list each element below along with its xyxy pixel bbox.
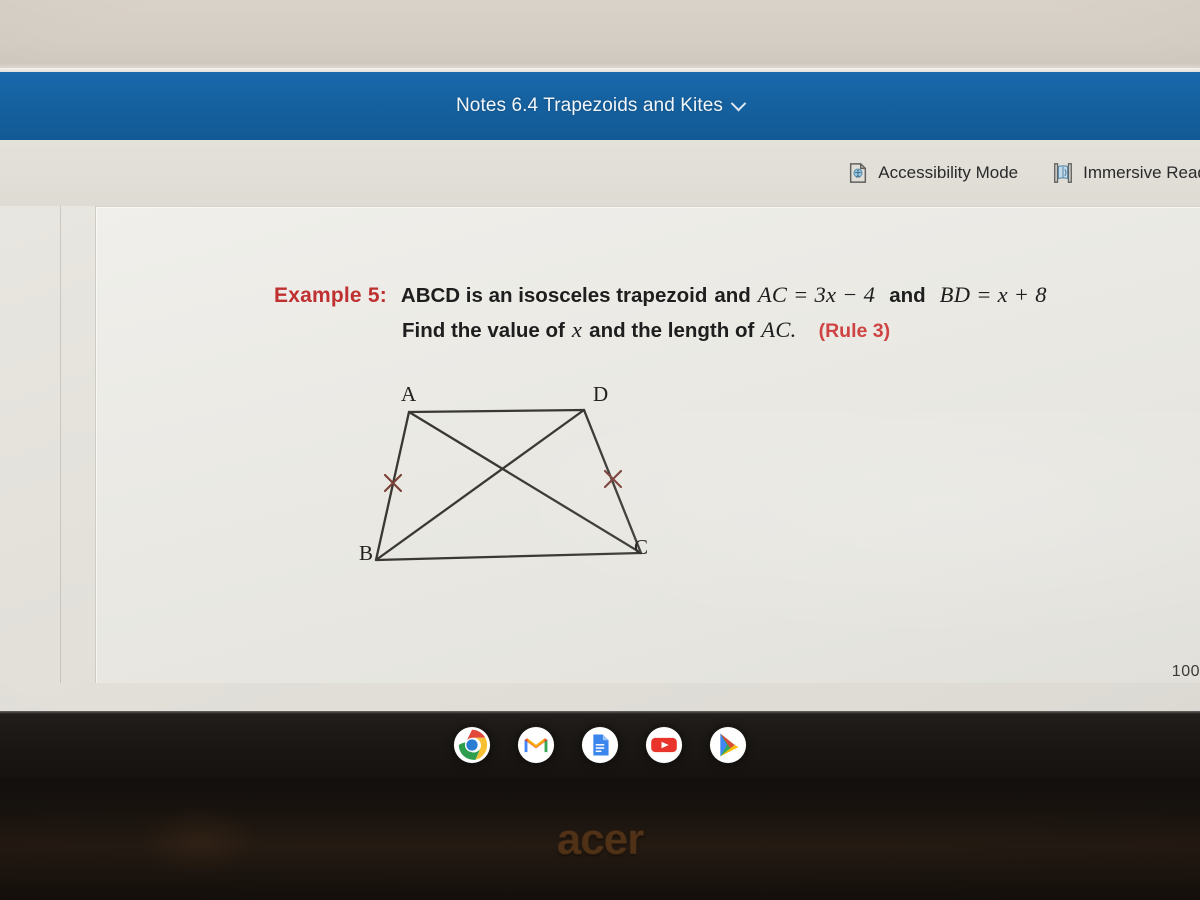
accessibility-mode-icon [847, 162, 869, 184]
variable-x: x [571, 316, 583, 342]
accessibility-mode-label: Accessibility Mode [878, 163, 1019, 182]
example-label: Example 5: [274, 284, 387, 307]
instruction-part-2: and the length of [589, 318, 755, 342]
equation-bd: BD = x + 8 [939, 282, 1047, 307]
play-store-icon[interactable] [709, 726, 747, 764]
immersive-reader-label: Immersive Reader [1083, 163, 1200, 182]
instruction-part-1: Find the value of [402, 318, 565, 342]
app-header-bar: Notes 6.4 Trapezoids and Kites [0, 72, 1200, 140]
photo-of-laptop-screen: Notes 6.4 Trapezoids and Kites Accessibi… [0, 0, 1200, 900]
page-edge-line [60, 206, 61, 683]
gmail-icon[interactable] [517, 726, 555, 764]
taskbar-shelf [0, 711, 1200, 779]
document-page: Example 5: ABCD is an isosceles trapezoid… [95, 206, 1200, 683]
problem-text-block: Example 5: ABCD is an isosceles trapezoid… [274, 279, 1174, 346]
zoom-level-indicator[interactable]: 100 [1172, 663, 1200, 681]
acer-brand-logo: acer [556, 815, 645, 864]
document-canvas[interactable]: Example 5: ABCD is an isosceles trapezoid… [0, 206, 1200, 900]
bezel-reflection [140, 806, 260, 876]
vertex-label-c: C [634, 535, 649, 559]
chevron-down-icon[interactable] [730, 95, 747, 111]
conjunction-2: and [889, 284, 926, 307]
document-title-menu[interactable]: Notes 6.4 Trapezoids and Kites [455, 95, 747, 117]
chrome-icon[interactable] [453, 726, 491, 764]
conjunction-1: and [714, 284, 751, 307]
immersive-reader-icon [1052, 162, 1074, 184]
vertex-label-b: B [359, 541, 374, 565]
vertex-label-a: A [401, 382, 417, 406]
equation-ac: AC = 3x − 4 [757, 282, 876, 307]
problem-line-2: Find the value of x and the length of AC. (R… [274, 314, 1174, 347]
vertex-label-d: D [593, 382, 609, 406]
segment-ac: AC. [761, 316, 797, 342]
problem-line-1: Example 5: ABCD is an isosceles trapezoid… [274, 279, 1174, 312]
document-title-text: Notes 6.4 Trapezoids and Kites [455, 95, 724, 116]
isosceles-trapezoid-figure: A D B C [341, 375, 681, 590]
toolbar: Accessibility Mode Immersive Reader [0, 140, 1200, 206]
google-docs-icon[interactable] [581, 726, 619, 764]
rule-reference: (Rule 3) [818, 319, 891, 342]
youtube-icon[interactable] [645, 726, 683, 764]
immersive-reader-button[interactable]: Immersive Reader [1052, 162, 1200, 184]
accessibility-mode-button[interactable]: Accessibility Mode [847, 162, 1018, 184]
ambient-background-above-screen [0, 0, 1200, 72]
problem-statement: ABCD is an isosceles trapezoid [400, 284, 708, 307]
